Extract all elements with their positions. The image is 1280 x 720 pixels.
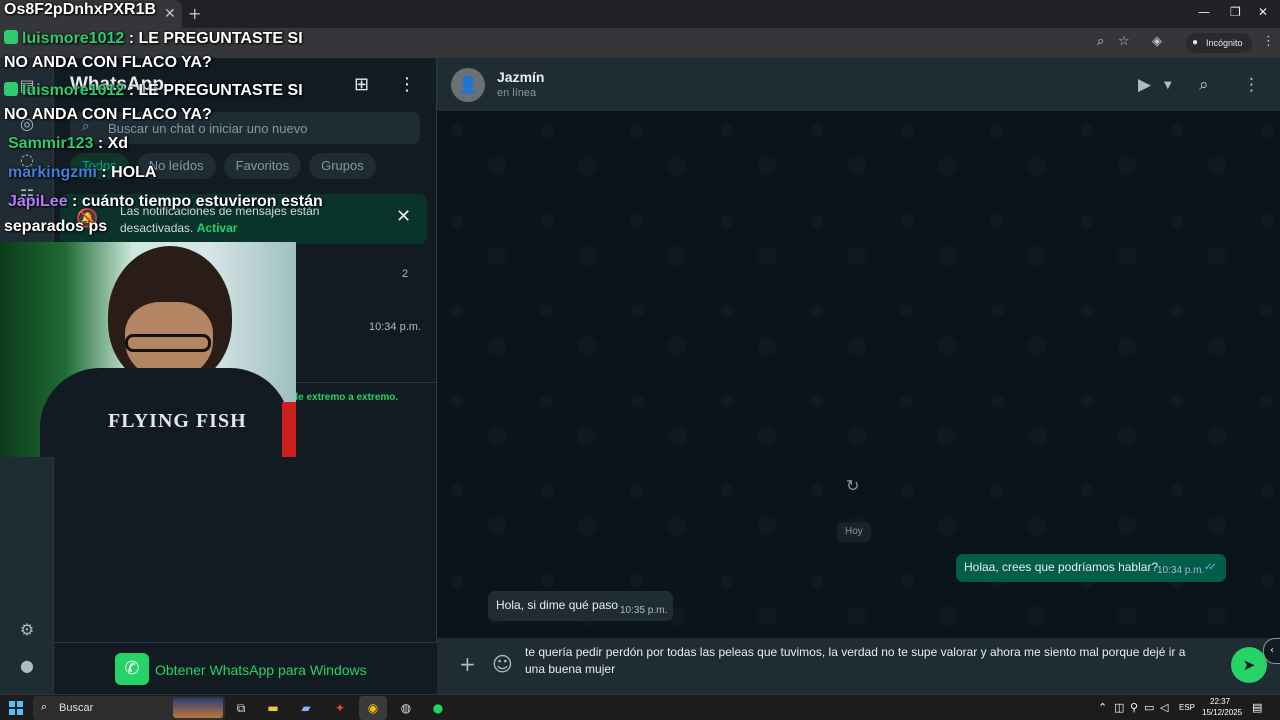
webcam-overlay: FLYING FISH (0, 242, 296, 457)
bookmark-star-icon[interactable]: ☆ (1118, 34, 1130, 49)
notifications-icon[interactable]: ▤ (1252, 701, 1262, 714)
zoom-icon[interactable]: ⌕ (1097, 34, 1104, 49)
overlay-chat-user: JapiLee (8, 193, 68, 210)
overlay-chat-user: markingzmi (8, 164, 97, 181)
message-time: 10:34 p.m. (1157, 565, 1205, 576)
incognito-label: Incógnito (1206, 38, 1243, 48)
restore-icon[interactable]: ❐ (1230, 5, 1241, 19)
overlay-chat-text: : cuánto tiempo estuvieron están (67, 193, 323, 210)
language-indicator[interactable]: ESP (1179, 703, 1195, 712)
browser-menu-icon[interactable]: ⋮ (1262, 34, 1275, 49)
attach-plus-icon[interactable]: + (459, 652, 476, 676)
app-icon[interactable]: ✦ (330, 698, 350, 718)
filter-groups[interactable]: Grupos (309, 153, 376, 179)
search-icon: ⌕ (41, 700, 48, 713)
read-receipt-icon: ✓✓ (1204, 562, 1217, 573)
volume-icon[interactable]: ◁ (1160, 701, 1168, 714)
task-view-icon[interactable]: ⧉ (231, 698, 251, 718)
chair-edge (282, 402, 296, 457)
new-chat-icon[interactable]: ⊞ (354, 74, 369, 95)
taskbar-search-label: Buscar (59, 702, 94, 714)
conversation-menu-icon[interactable]: ⋮ (1243, 75, 1260, 95)
tray-app-icon[interactable]: ◫ (1114, 701, 1124, 714)
overlay-chat-user: luismore1012 (22, 82, 125, 99)
overlay-title: Os8F2pDnhxPXR1B (4, 1, 157, 18)
outgoing-message[interactable]: Holaa, crees que podríamos hablar? 10:34… (956, 554, 1226, 582)
get-app-link[interactable]: Obtener WhatsApp para Windows (155, 662, 367, 678)
close-window-icon[interactable]: ✕ (1258, 5, 1268, 19)
filter-favorites[interactable]: Favoritos (223, 153, 302, 179)
subscriber-badge-icon (4, 82, 18, 96)
network-icon[interactable]: ▭ (1144, 701, 1154, 714)
contact-avatar-icon[interactable]: 👤 (451, 68, 485, 102)
overlay-chat-message: JapiLee : cuánto tiempo estuvieron están (8, 193, 323, 211)
overlay-chat-message: markingzmi : HOLA (8, 164, 156, 182)
chrome-icon[interactable]: ◉ (363, 698, 383, 718)
minimize-icon[interactable]: — (1198, 5, 1210, 19)
overlay-chat-message: luismore1012 : LE PREGUNTASTE SI (4, 30, 303, 48)
overlay-chat-continuation: NO ANDA CON FLACO YA? (4, 106, 212, 123)
search-highlight-image (173, 698, 223, 718)
webcam-person-glasses (125, 334, 211, 352)
overlay-chat-message: Sammir123 : Xd (8, 135, 128, 153)
overlay-chat-user: Sammir123 (8, 135, 94, 152)
overlay-chat-text: : HOLA (96, 164, 157, 181)
chat-row-time: 10:34 p.m. (369, 321, 421, 333)
taskbar: ⌕ Buscar ⧉ ▬ ▰ ✦ ◉ ◍ ● ⌃ ◫ ⚲ ▭ ◁ ESP 22:… (0, 694, 1280, 720)
video-call-icon[interactable]: ▶ (1138, 75, 1151, 95)
obs-icon[interactable]: ◍ (396, 698, 416, 718)
e2e-encryption-note[interactable]: de extremo a extremo. (292, 392, 398, 403)
overlay-chat-text: : LE PREGUNTASTE SI (124, 30, 303, 47)
message-text: Holaa, crees que podríamos hablar? (964, 560, 1159, 574)
contact-name[interactable]: Jazmín (497, 69, 544, 85)
subscriber-badge-icon (4, 30, 18, 44)
clock-time[interactable]: 22:37 (1210, 697, 1230, 706)
refresh-icon[interactable]: ↻ (846, 476, 859, 495)
profile-icon[interactable]: ● (17, 656, 37, 676)
overlay-chat-continuation: NO ANDA CON FLACO YA? (4, 54, 212, 71)
message-time: 10:35 p.m. (620, 605, 668, 616)
tab-close-icon[interactable]: ✕ (164, 6, 176, 22)
incognito-badge[interactable]: ● Incógnito (1186, 33, 1252, 53)
send-icon[interactable]: ➤ (1231, 647, 1267, 683)
close-notification-icon[interactable]: ✕ (396, 206, 411, 227)
spotify-icon[interactable]: ● (428, 698, 448, 718)
extensions-icon[interactable]: ◈ (1152, 34, 1162, 49)
incognito-icon: ● (1192, 37, 1199, 48)
settings-icon[interactable]: ⚙ (17, 620, 37, 640)
overlay-chat-user: luismore1012 (22, 30, 125, 47)
side-panel-toggle-icon[interactable]: ‹ (1263, 638, 1280, 664)
message-input[interactable]: te quería pedir perdón por todas las pel… (521, 642, 1211, 686)
new-tab-icon[interactable]: + (188, 4, 201, 23)
message-text: Hola, si dime qué paso (496, 598, 619, 612)
overlay-chat-message: luismore1012 : LE PREGUNTASTE SI (4, 82, 303, 100)
conversation-header[interactable]: 👤 Jazmín en línea ▶ ▼ ⌕ ⋮ (437, 58, 1280, 111)
overlay-chat-text: : LE PREGUNTASTE SI (124, 82, 303, 99)
start-windows-icon[interactable] (9, 701, 23, 715)
search-messages-icon[interactable]: ⌕ (1199, 75, 1209, 95)
incoming-message[interactable]: Hola, si dime qué paso 10:35 p.m. (488, 591, 673, 621)
notepad-icon[interactable]: ▰ (296, 698, 316, 718)
clock-date[interactable]: 15/12/2025 (1202, 708, 1242, 717)
browser-tab-strip: ✕ + — ❐ ✕ (0, 0, 1280, 28)
shirt-print: FLYING FISH (108, 410, 247, 432)
message-composer: + ☺ te quería pedir perdón por todas las… (437, 638, 1280, 694)
overlay-chat-continuation: separados ps (4, 218, 108, 235)
overlay-chat-text: : Xd (93, 135, 129, 152)
unread-count-badge: 2 (402, 268, 409, 280)
contact-status: en línea (497, 87, 537, 99)
conversation-pane: 👤 Jazmín en línea ▶ ▼ ⌕ ⋮ ↻ Hoy Holaa, c… (437, 58, 1280, 694)
sticker-icon[interactable]: ☺ (492, 652, 513, 676)
date-divider: Hoy (837, 522, 871, 542)
activate-notifications-link[interactable]: Activar (197, 221, 238, 235)
tray-chevron-icon[interactable]: ⌃ (1098, 701, 1107, 714)
file-explorer-icon[interactable]: ▬ (263, 698, 283, 718)
microphone-icon[interactable]: ⚲ (1130, 701, 1138, 714)
whatsapp-logo-icon: ✆ (115, 653, 149, 685)
taskbar-search[interactable]: ⌕ Buscar (33, 696, 225, 720)
menu-icon[interactable]: ⋮ (398, 74, 416, 95)
get-app-banner[interactable]: ✆ Obtener WhatsApp para Windows (54, 642, 437, 694)
chevron-down-icon[interactable]: ▼ (1164, 80, 1172, 91)
